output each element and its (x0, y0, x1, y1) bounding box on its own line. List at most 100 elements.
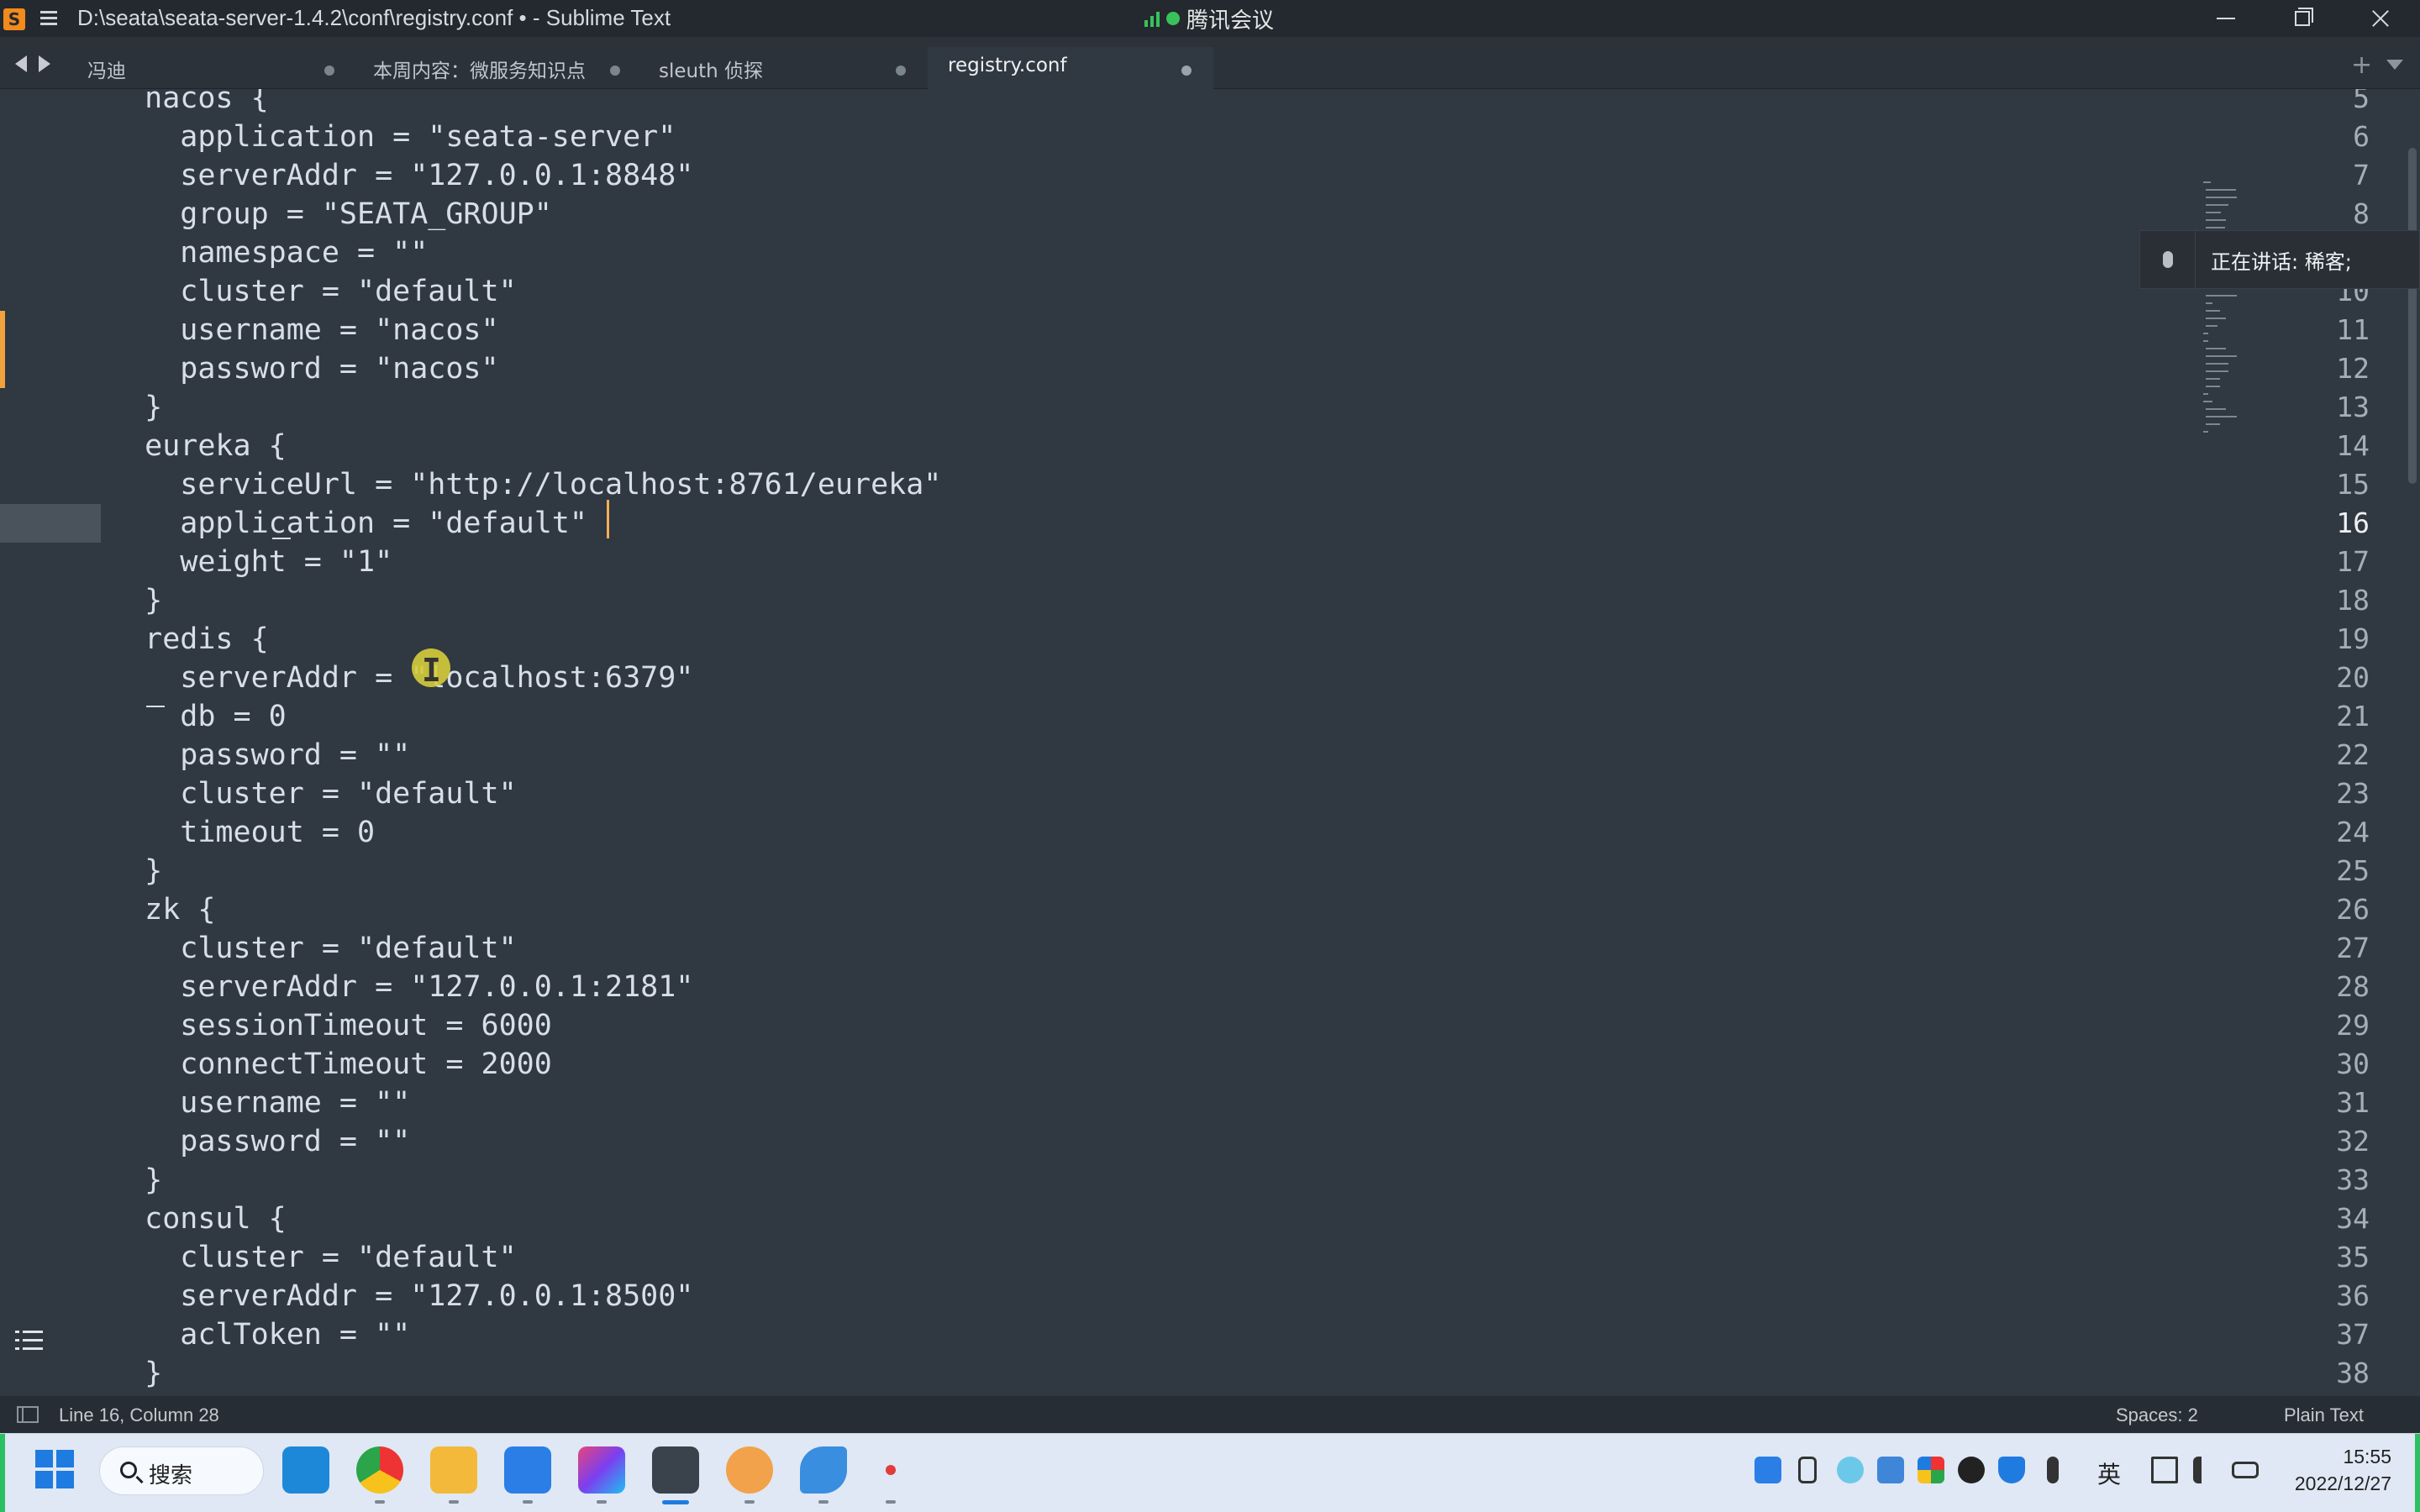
chrome-icon[interactable] (356, 1446, 403, 1494)
tab-list-icon[interactable] (2386, 60, 2403, 70)
code-line[interactable]: } (109, 388, 162, 427)
code-line[interactable]: connectTimeout = 2000 (109, 1045, 552, 1084)
code-line[interactable]: eureka { (109, 427, 287, 465)
line-number: 35 (2336, 1241, 2370, 1273)
usb-icon[interactable] (1798, 1457, 1817, 1483)
security-shield-icon[interactable] (1998, 1457, 2025, 1483)
code-line[interactable]: serverAddr = "127.0.0.1:8848" (109, 156, 693, 195)
code-line[interactable]: } (109, 1354, 162, 1393)
minimap-line (2205, 370, 2229, 372)
code-line[interactable]: aclToken = "" (109, 1315, 410, 1354)
system-clock[interactable]: 15:55 2022/12/27 (2286, 1443, 2391, 1497)
minimize-button[interactable] (2186, 0, 2264, 37)
share-frame-right (2415, 1434, 2420, 1512)
meeting-tray-icon[interactable] (1754, 1457, 1781, 1483)
tab-sleuth[interactable]: sleuth 侦探 (639, 47, 916, 89)
menu-icon[interactable] (37, 8, 60, 29)
editor-area[interactable]: 5678910111213141516171819202122232425262… (0, 89, 2405, 1396)
cursor-position: Line 16, Column 28 (59, 1404, 219, 1425)
brace-match-underline (146, 706, 165, 707)
minimize-icon (2217, 18, 2235, 19)
restore-button[interactable] (2264, 0, 2341, 37)
recorder-icon[interactable] (886, 1465, 896, 1475)
network-icon[interactable] (2151, 1457, 2178, 1483)
microphone-tray-icon[interactable] (2047, 1457, 2059, 1483)
code-line[interactable]: cluster = "default" (109, 272, 516, 311)
running-indicator (818, 1500, 829, 1504)
windows-start-icon[interactable] (35, 1450, 74, 1488)
tencent-meeting-icon[interactable] (504, 1446, 551, 1494)
vscode-icon[interactable] (282, 1446, 329, 1494)
code-line[interactable]: db = 0 (109, 697, 286, 736)
code-line[interactable]: } (109, 1161, 162, 1200)
code-line[interactable]: application = "seata-server" (109, 118, 676, 156)
speaking-indicator: 正在讲话: 稀客; (2139, 230, 2420, 289)
cloud-sync-icon[interactable] (1837, 1457, 1864, 1483)
title-bar: S D:\seata\seata-server-1.4.2\conf\regis… (0, 0, 2420, 37)
minimap-line (2205, 227, 2226, 228)
code-line[interactable]: sessionTimeout = 6000 (109, 1006, 552, 1045)
running-indicator (886, 1500, 896, 1504)
windows-tray-icon[interactable] (1918, 1457, 1944, 1483)
code-line[interactable]: timeout = 0 (109, 813, 375, 852)
meeting-indicator[interactable]: 腾讯会议 (1144, 3, 1274, 34)
syntax-selector[interactable]: Plain Text (2284, 1404, 2364, 1426)
tab-fengdi[interactable]: 冯迪 (67, 47, 345, 89)
volume-icon[interactable] (2193, 1457, 2210, 1483)
code-line[interactable]: serverAddr = "localhost:6379" (109, 659, 693, 697)
sidebar-toggle-icon[interactable] (17, 1406, 39, 1423)
code-line[interactable]: cluster = "default" (109, 1238, 516, 1277)
unsaved-dot-icon[interactable] (1181, 66, 1192, 76)
code-line[interactable]: } (109, 852, 162, 890)
ime-indicator[interactable]: 英 (2097, 1457, 2121, 1490)
minimap-line (2205, 310, 2220, 312)
code-line[interactable]: serverAddr = "127.0.0.1:8500" (109, 1277, 693, 1315)
scroll-thumb[interactable] (2408, 148, 2417, 484)
tab-registry-conf[interactable]: registry.conf (928, 47, 1213, 89)
code-line[interactable]: password = "" (109, 736, 410, 774)
intellij-icon[interactable] (578, 1446, 625, 1494)
tab-forward-icon[interactable] (39, 55, 50, 72)
code-line[interactable]: serverAddr = "127.0.0.1:2181" (109, 968, 693, 1006)
tab-back-icon[interactable] (15, 55, 27, 72)
dolphin-icon[interactable] (800, 1446, 847, 1494)
code-line[interactable]: username = "" (109, 1084, 410, 1122)
sublime-text-icon[interactable] (652, 1446, 699, 1494)
ibeam-cursor-icon: I (422, 652, 441, 689)
window-title: D:\seata\seata-server-1.4.2\conf\registr… (77, 5, 671, 30)
edit-tray-icon[interactable] (1877, 1457, 1904, 1483)
taskbar-search[interactable]: 搜索 (99, 1446, 264, 1495)
code-line[interactable]: nacos { (109, 89, 269, 118)
code-line[interactable]: consul { (109, 1200, 287, 1238)
current-line-highlight (0, 504, 101, 543)
tab-weekly-content[interactable]: 本周内容：微服务知识点 (353, 47, 630, 89)
code-line[interactable]: namespace = "" (109, 234, 428, 272)
code-line[interactable]: application = "default" (109, 504, 587, 543)
code-line[interactable]: } (109, 581, 162, 620)
code-line[interactable]: username = "nacos" (109, 311, 498, 349)
code-line[interactable]: redis { (109, 620, 269, 659)
minimap-line (2203, 393, 2209, 395)
code-line[interactable]: cluster = "default" (109, 774, 516, 813)
code-line[interactable]: serviceUrl = "http://localhost:8761/eure… (109, 465, 941, 504)
code-line[interactable]: weight = "1" (109, 543, 392, 581)
unsaved-dot-icon[interactable] (896, 66, 906, 76)
file-explorer-icon[interactable] (430, 1446, 477, 1494)
line-number: 26 (2336, 893, 2370, 926)
close-button[interactable] (2341, 0, 2418, 37)
code-line[interactable]: group = "SEATA_GROUP" (109, 195, 552, 234)
code-line[interactable]: password = "nacos" (109, 349, 498, 388)
minimap-line (2205, 408, 2227, 410)
briefcase-icon[interactable] (726, 1446, 773, 1494)
outline-list-icon[interactable] (15, 1329, 44, 1352)
battery-icon[interactable] (2232, 1462, 2259, 1478)
qq-icon[interactable] (1958, 1457, 1985, 1483)
indentation-setting[interactable]: Spaces: 2 (2116, 1404, 2198, 1426)
unsaved-dot-icon[interactable] (610, 66, 620, 76)
unsaved-dot-icon[interactable] (324, 66, 334, 76)
code-line[interactable]: zk { (109, 890, 215, 929)
new-tab-icon[interactable]: + (2351, 50, 2372, 80)
code-line[interactable]: password = "" (109, 1122, 410, 1161)
code-line[interactable]: cluster = "default" (109, 929, 516, 968)
signal-icon (1144, 10, 1160, 27)
